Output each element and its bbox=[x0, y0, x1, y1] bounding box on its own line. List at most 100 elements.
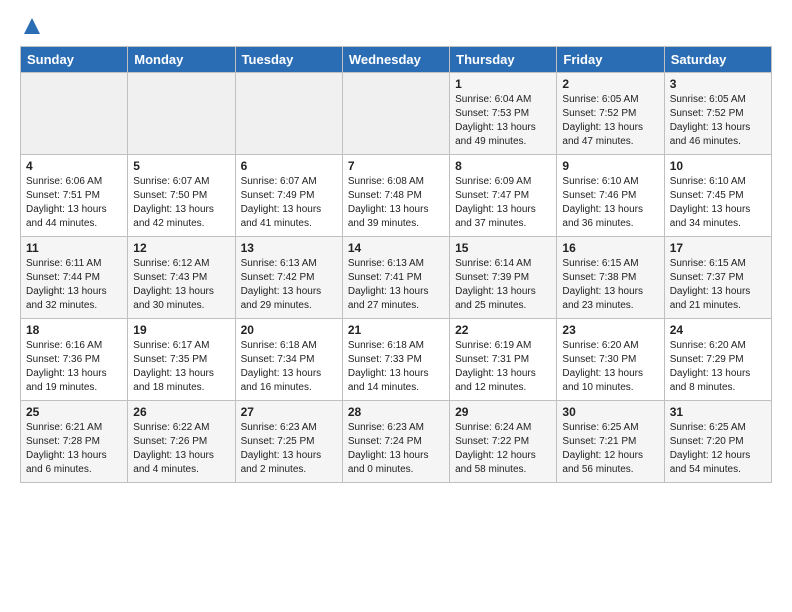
day-info: Sunrise: 6:04 AM Sunset: 7:53 PM Dayligh… bbox=[455, 93, 551, 149]
day-number: 24 bbox=[670, 323, 766, 337]
day-number: 13 bbox=[241, 241, 337, 255]
calendar-cell: 11 Sunrise: 6:11 AM Sunset: 7:44 PM Dayli… bbox=[21, 237, 128, 319]
day-number: 28 bbox=[348, 405, 444, 419]
page: SundayMondayTuesdayWednesdayThursdayFrid… bbox=[0, 0, 792, 493]
day-info: Sunrise: 6:07 AM Sunset: 7:50 PM Dayligh… bbox=[133, 175, 229, 231]
week-row-5: 25Sunrise: 6:21 AM Sunset: 7:28 PM Dayli… bbox=[21, 401, 772, 483]
day-number: 27 bbox=[241, 405, 337, 419]
day-info: Sunrise: 6:20 AM Sunset: 7:30 PM Dayligh… bbox=[562, 339, 658, 395]
calendar-cell: 8 Sunrise: 6:09 AM Sunset: 7:47 PM Daylig… bbox=[450, 155, 557, 237]
calendar-table: SundayMondayTuesdayWednesdayThursdayFrid… bbox=[20, 46, 772, 483]
day-number: 12 bbox=[133, 241, 229, 255]
day-number: 5 bbox=[133, 159, 229, 173]
weekday-header-wednesday: Wednesday bbox=[342, 47, 449, 73]
calendar-cell bbox=[21, 73, 128, 155]
calendar-cell: 25Sunrise: 6:21 AM Sunset: 7:28 PM Dayli… bbox=[21, 401, 128, 483]
day-info: Sunrise: 6:11 AM Sunset: 7:44 PM Dayligh… bbox=[26, 257, 122, 313]
day-number: 11 bbox=[26, 241, 122, 255]
weekday-header-monday: Monday bbox=[128, 47, 235, 73]
calendar-cell: 16 Sunrise: 6:15 AM Sunset: 7:38 PM Dayli… bbox=[557, 237, 664, 319]
calendar-cell: 22 Sunrise: 6:19 AM Sunset: 7:31 PM Dayli… bbox=[450, 319, 557, 401]
week-row-3: 11 Sunrise: 6:11 AM Sunset: 7:44 PM Dayli… bbox=[21, 237, 772, 319]
day-number: 7 bbox=[348, 159, 444, 173]
calendar-cell: 1Sunrise: 6:04 AM Sunset: 7:53 PM Daylig… bbox=[450, 73, 557, 155]
day-info: Sunrise: 6:21 AM Sunset: 7:28 PM Dayligh… bbox=[26, 421, 122, 477]
calendar-cell: 27 Sunrise: 6:23 AM Sunset: 7:25 PM Dayli… bbox=[235, 401, 342, 483]
calendar-cell: 29 Sunrise: 6:24 AM Sunset: 7:22 PM Dayli… bbox=[450, 401, 557, 483]
week-row-4: 18 Sunrise: 6:16 AM Sunset: 7:36 PM Dayli… bbox=[21, 319, 772, 401]
calendar-cell: 18 Sunrise: 6:16 AM Sunset: 7:36 PM Dayli… bbox=[21, 319, 128, 401]
day-number: 17 bbox=[670, 241, 766, 255]
weekday-header-friday: Friday bbox=[557, 47, 664, 73]
day-info: Sunrise: 6:16 AM Sunset: 7:36 PM Dayligh… bbox=[26, 339, 122, 395]
day-number: 31 bbox=[670, 405, 766, 419]
day-info: Sunrise: 6:15 AM Sunset: 7:37 PM Dayligh… bbox=[670, 257, 766, 313]
calendar-cell bbox=[128, 73, 235, 155]
calendar-cell: 14 Sunrise: 6:13 AM Sunset: 7:41 PM Dayli… bbox=[342, 237, 449, 319]
day-number: 29 bbox=[455, 405, 551, 419]
day-number: 23 bbox=[562, 323, 658, 337]
calendar-cell: 30Sunrise: 6:25 AM Sunset: 7:21 PM Dayli… bbox=[557, 401, 664, 483]
day-number: 10 bbox=[670, 159, 766, 173]
day-number: 9 bbox=[562, 159, 658, 173]
calendar-cell: 17 Sunrise: 6:15 AM Sunset: 7:37 PM Dayli… bbox=[664, 237, 771, 319]
day-info: Sunrise: 6:19 AM Sunset: 7:31 PM Dayligh… bbox=[455, 339, 551, 395]
calendar-cell: 21 Sunrise: 6:18 AM Sunset: 7:33 PM Dayli… bbox=[342, 319, 449, 401]
day-info: Sunrise: 6:09 AM Sunset: 7:47 PM Dayligh… bbox=[455, 175, 551, 231]
day-number: 6 bbox=[241, 159, 337, 173]
day-number: 19 bbox=[133, 323, 229, 337]
weekday-header-row: SundayMondayTuesdayWednesdayThursdayFrid… bbox=[21, 47, 772, 73]
calendar-cell: 15 Sunrise: 6:14 AM Sunset: 7:39 PM Dayli… bbox=[450, 237, 557, 319]
day-info: Sunrise: 6:15 AM Sunset: 7:38 PM Dayligh… bbox=[562, 257, 658, 313]
day-number: 15 bbox=[455, 241, 551, 255]
header bbox=[20, 16, 772, 36]
day-info: Sunrise: 6:18 AM Sunset: 7:33 PM Dayligh… bbox=[348, 339, 444, 395]
day-number: 16 bbox=[562, 241, 658, 255]
calendar-cell: 5 Sunrise: 6:07 AM Sunset: 7:50 PM Daylig… bbox=[128, 155, 235, 237]
day-info: Sunrise: 6:12 AM Sunset: 7:43 PM Dayligh… bbox=[133, 257, 229, 313]
day-info: Sunrise: 6:18 AM Sunset: 7:34 PM Dayligh… bbox=[241, 339, 337, 395]
calendar-cell: 2Sunrise: 6:05 AM Sunset: 7:52 PM Daylig… bbox=[557, 73, 664, 155]
logo bbox=[20, 16, 42, 36]
day-info: Sunrise: 6:05 AM Sunset: 7:52 PM Dayligh… bbox=[562, 93, 658, 149]
day-info: Sunrise: 6:07 AM Sunset: 7:49 PM Dayligh… bbox=[241, 175, 337, 231]
calendar-cell: 9Sunrise: 6:10 AM Sunset: 7:46 PM Daylig… bbox=[557, 155, 664, 237]
calendar-cell: 24 Sunrise: 6:20 AM Sunset: 7:29 PM Dayli… bbox=[664, 319, 771, 401]
day-info: Sunrise: 6:14 AM Sunset: 7:39 PM Dayligh… bbox=[455, 257, 551, 313]
calendar-cell: 13 Sunrise: 6:13 AM Sunset: 7:42 PM Dayli… bbox=[235, 237, 342, 319]
day-number: 21 bbox=[348, 323, 444, 337]
calendar-cell: 3Sunrise: 6:05 AM Sunset: 7:52 PM Daylig… bbox=[664, 73, 771, 155]
day-info: Sunrise: 6:25 AM Sunset: 7:21 PM Dayligh… bbox=[562, 421, 658, 477]
day-info: Sunrise: 6:10 AM Sunset: 7:45 PM Dayligh… bbox=[670, 175, 766, 231]
day-number: 22 bbox=[455, 323, 551, 337]
calendar-cell: 28Sunrise: 6:23 AM Sunset: 7:24 PM Dayli… bbox=[342, 401, 449, 483]
day-number: 8 bbox=[455, 159, 551, 173]
day-number: 26 bbox=[133, 405, 229, 419]
day-info: Sunrise: 6:13 AM Sunset: 7:42 PM Dayligh… bbox=[241, 257, 337, 313]
day-info: Sunrise: 6:22 AM Sunset: 7:26 PM Dayligh… bbox=[133, 421, 229, 477]
weekday-header-tuesday: Tuesday bbox=[235, 47, 342, 73]
day-number: 18 bbox=[26, 323, 122, 337]
week-row-1: 1Sunrise: 6:04 AM Sunset: 7:53 PM Daylig… bbox=[21, 73, 772, 155]
day-number: 14 bbox=[348, 241, 444, 255]
day-info: Sunrise: 6:17 AM Sunset: 7:35 PM Dayligh… bbox=[133, 339, 229, 395]
calendar-cell: 7Sunrise: 6:08 AM Sunset: 7:48 PM Daylig… bbox=[342, 155, 449, 237]
logo-icon bbox=[22, 16, 42, 36]
day-info: Sunrise: 6:24 AM Sunset: 7:22 PM Dayligh… bbox=[455, 421, 551, 477]
calendar-cell bbox=[342, 73, 449, 155]
calendar-cell: 23 Sunrise: 6:20 AM Sunset: 7:30 PM Dayli… bbox=[557, 319, 664, 401]
weekday-header-saturday: Saturday bbox=[664, 47, 771, 73]
calendar-cell: 31 Sunrise: 6:25 AM Sunset: 7:20 PM Dayli… bbox=[664, 401, 771, 483]
calendar-cell: 6 Sunrise: 6:07 AM Sunset: 7:49 PM Daylig… bbox=[235, 155, 342, 237]
calendar-cell bbox=[235, 73, 342, 155]
calendar-cell: 20Sunrise: 6:18 AM Sunset: 7:34 PM Dayli… bbox=[235, 319, 342, 401]
calendar-cell: 4Sunrise: 6:06 AM Sunset: 7:51 PM Daylig… bbox=[21, 155, 128, 237]
calendar-cell: 12 Sunrise: 6:12 AM Sunset: 7:43 PM Dayli… bbox=[128, 237, 235, 319]
day-info: Sunrise: 6:13 AM Sunset: 7:41 PM Dayligh… bbox=[348, 257, 444, 313]
day-info: Sunrise: 6:20 AM Sunset: 7:29 PM Dayligh… bbox=[670, 339, 766, 395]
day-info: Sunrise: 6:23 AM Sunset: 7:25 PM Dayligh… bbox=[241, 421, 337, 477]
day-info: Sunrise: 6:06 AM Sunset: 7:51 PM Dayligh… bbox=[26, 175, 122, 231]
calendar-cell: 10 Sunrise: 6:10 AM Sunset: 7:45 PM Dayli… bbox=[664, 155, 771, 237]
day-number: 3 bbox=[670, 77, 766, 91]
day-info: Sunrise: 6:25 AM Sunset: 7:20 PM Dayligh… bbox=[670, 421, 766, 477]
